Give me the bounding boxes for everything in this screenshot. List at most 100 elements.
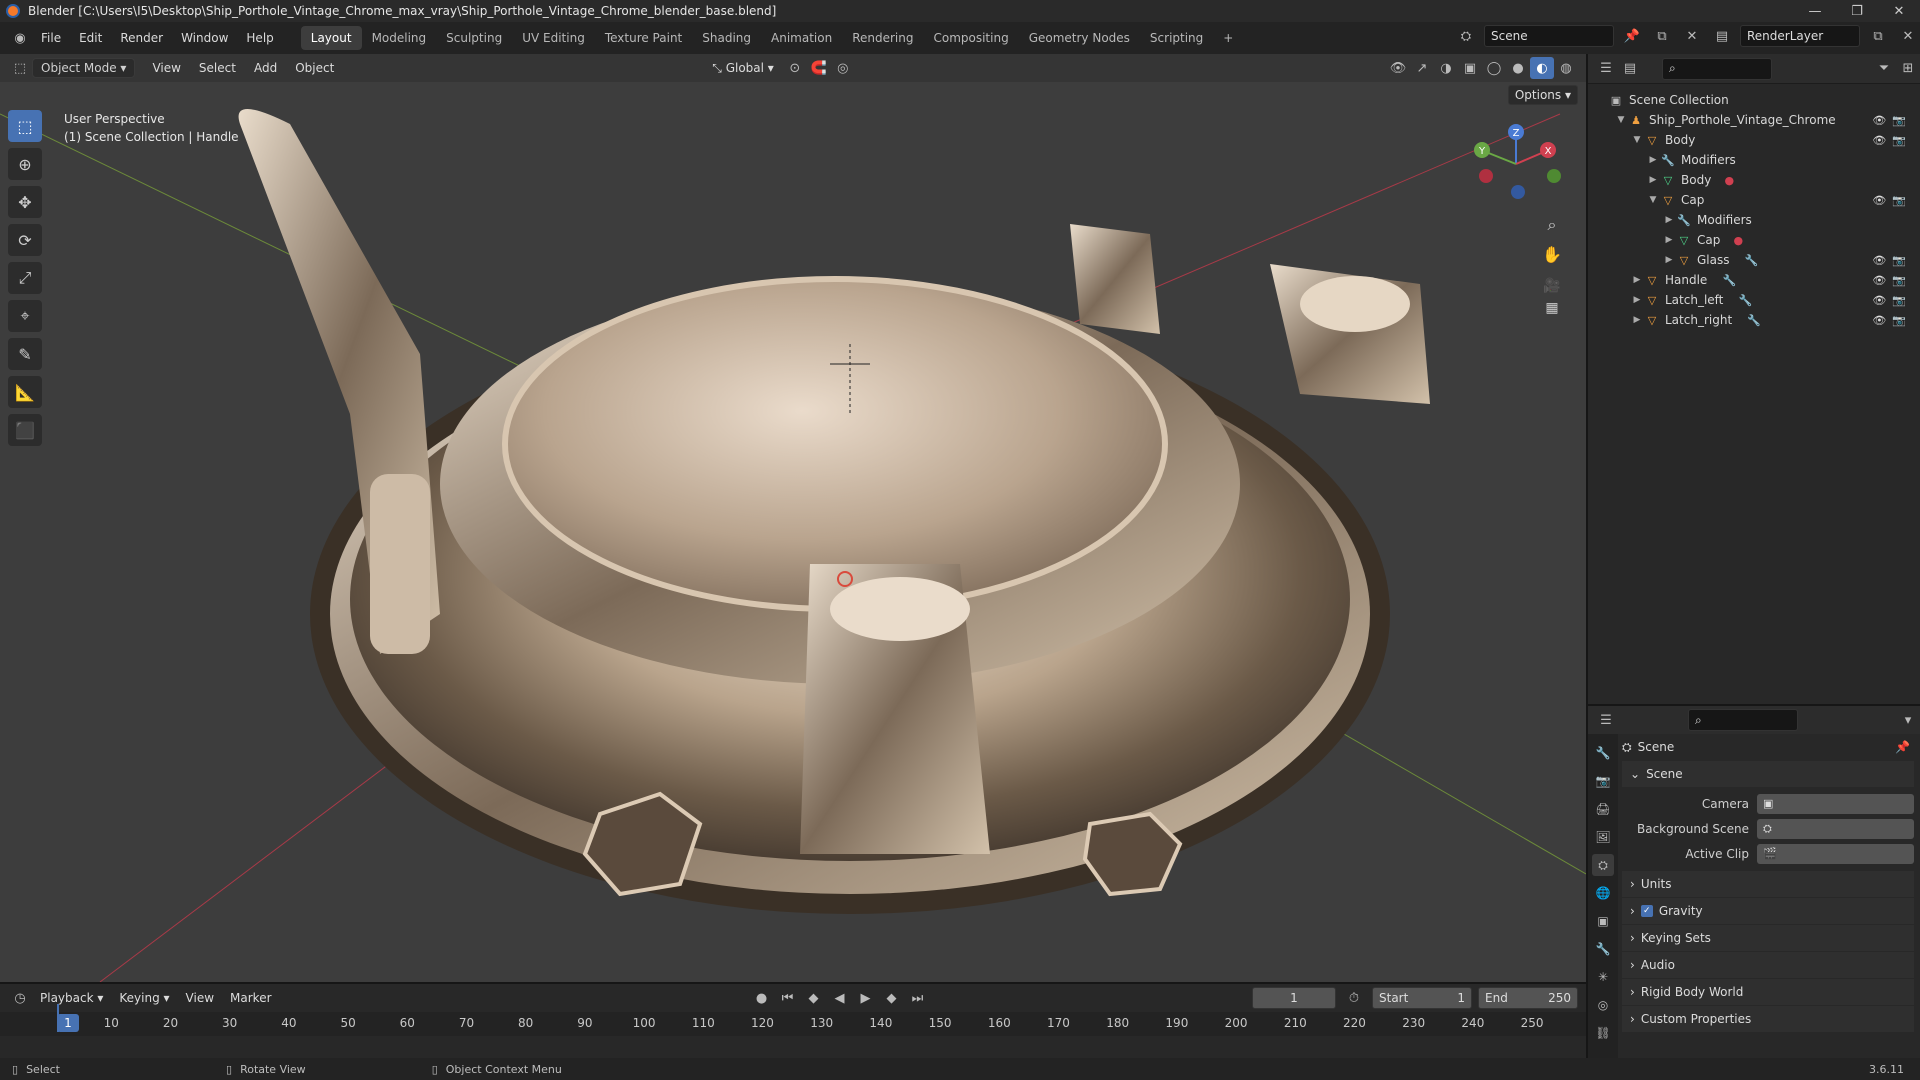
timeline-editor-icon[interactable]: ◷: [8, 987, 32, 1009]
expand-arrow-icon[interactable]: ▶: [1662, 255, 1676, 265]
view-layer-tab-icon[interactable]: 🖼: [1592, 826, 1614, 848]
render-tab-icon[interactable]: 📷: [1592, 770, 1614, 792]
gizmo-neg-z[interactable]: [1511, 185, 1525, 199]
expand-arrow-icon[interactable]: ▶: [1630, 315, 1644, 325]
3d-viewport[interactable]: ⬚ Object Mode ▾ View Select Add Object ⤡…: [0, 54, 1586, 982]
prev-keyframe-icon[interactable]: ◆: [802, 987, 826, 1009]
zoom-icon[interactable]: ⌕: [1548, 215, 1557, 234]
visibility-eye-icon[interactable]: 👁📷: [1872, 194, 1912, 207]
timeline-ruler[interactable]: 1 10 20 30 40 50 60 70 80 90 100 110 120 130 140 150 16…: [0, 1012, 1586, 1036]
tab-sculpting[interactable]: Sculpting: [436, 26, 512, 50]
outliner-row-cap-mesh[interactable]: ▶ ▽ Cap ●: [1588, 230, 1920, 250]
particles-tab-icon[interactable]: ✳: [1592, 966, 1614, 988]
background-scene-field[interactable]: ⛭: [1757, 818, 1914, 839]
tab-texture-paint[interactable]: Texture Paint: [595, 26, 692, 50]
navigation-gizmo[interactable]: Z X Y ⌕ ✋ 🎥 ▦: [1456, 114, 1576, 314]
modifier-tab-icon[interactable]: 🔧: [1592, 938, 1614, 960]
record-icon[interactable]: ●: [750, 987, 774, 1009]
tab-uv-editing[interactable]: UV Editing: [512, 26, 595, 50]
clock-icon[interactable]: ⏱: [1342, 987, 1366, 1009]
expand-arrow-icon[interactable]: ▶: [1646, 155, 1660, 165]
world-tab-icon[interactable]: 🌐: [1592, 882, 1614, 904]
gizmo-neg-x[interactable]: [1479, 169, 1493, 183]
view-layer-field[interactable]: RenderLayer: [1740, 25, 1860, 47]
xray-icon[interactable]: ▣: [1458, 57, 1482, 79]
properties-options-icon[interactable]: ▾: [1896, 709, 1920, 731]
outliner-search-input[interactable]: ⌕: [1662, 57, 1772, 80]
tab-rendering[interactable]: Rendering: [842, 26, 923, 50]
panel-units[interactable]: › Units: [1622, 871, 1914, 897]
outliner-row-body[interactable]: ▼ ▽ Body 👁📷: [1588, 130, 1920, 150]
camera-field[interactable]: ▣: [1757, 793, 1914, 814]
pivot-icon[interactable]: ⊙: [783, 57, 807, 79]
move-tool-icon[interactable]: ✥: [8, 186, 42, 218]
expand-arrow-icon[interactable]: ▶: [1662, 235, 1676, 245]
rotate-tool-icon[interactable]: ⟳: [8, 224, 42, 256]
tab-modeling[interactable]: Modeling: [362, 26, 437, 50]
visibility-eye-icon[interactable]: 👁📷: [1872, 314, 1912, 327]
outliner-row-cap-modifiers[interactable]: ▶ 🔧 Modifiers: [1588, 210, 1920, 230]
play-icon[interactable]: ▶: [854, 987, 878, 1009]
expand-arrow-icon[interactable]: ▼: [1614, 115, 1628, 125]
wireframe-shading-icon[interactable]: ◯: [1482, 57, 1506, 79]
tool-tab-icon[interactable]: 🔧: [1592, 742, 1614, 764]
expand-arrow-icon[interactable]: ▼: [1630, 135, 1644, 145]
annotate-tool-icon[interactable]: ✎: [8, 338, 42, 370]
new-layer-icon[interactable]: ⧉: [1866, 25, 1890, 47]
perspective-toggle-icon[interactable]: ▦: [1545, 300, 1558, 314]
end-frame-field[interactable]: End 250: [1478, 987, 1578, 1009]
proportional-edit-icon[interactable]: ◎: [831, 57, 855, 79]
visibility-eye-icon[interactable]: 👁📷: [1872, 254, 1912, 267]
rendered-shading-icon[interactable]: ◍: [1554, 57, 1578, 79]
visibility-eye-icon[interactable]: 👁📷: [1872, 114, 1912, 127]
delete-scene-icon[interactable]: ✕: [1680, 25, 1704, 47]
filter-icon[interactable]: ⏷: [1872, 58, 1896, 80]
editor-type-icon[interactable]: ⬚: [8, 57, 32, 79]
pan-hand-icon[interactable]: ✋: [1542, 245, 1562, 264]
menu-window[interactable]: Window: [172, 31, 237, 45]
tab-compositing[interactable]: Compositing: [923, 26, 1018, 50]
delete-layer-icon[interactable]: ✕: [1896, 25, 1920, 47]
panel-custom-properties[interactable]: › Custom Properties: [1622, 1006, 1914, 1032]
outliner-row-glass[interactable]: ▶ ▽ Glass 🔧 👁📷: [1588, 250, 1920, 270]
gizmo-neg-y[interactable]: [1547, 169, 1561, 183]
menu-edit[interactable]: Edit: [70, 31, 111, 45]
outliner-row-collection[interactable]: ▼ ♟ Ship_Porthole_Vintage_Chrome 👁📷: [1588, 110, 1920, 130]
outliner-editor-icon[interactable]: ☰: [1594, 58, 1618, 80]
tab-layout[interactable]: Layout: [300, 26, 362, 50]
display-mode-icon[interactable]: ▤: [1618, 58, 1642, 80]
outliner-row-latch-right[interactable]: ▶ ▽ Latch_right 🔧 👁📷: [1588, 310, 1920, 330]
next-keyframe-icon[interactable]: ◆: [880, 987, 904, 1009]
panel-keying-sets[interactable]: › Keying Sets: [1622, 925, 1914, 951]
start-frame-field[interactable]: Start 1: [1372, 987, 1472, 1009]
measure-tool-icon[interactable]: 📐: [8, 376, 42, 408]
panel-audio[interactable]: › Audio: [1622, 952, 1914, 978]
viewport-menu-view[interactable]: View: [143, 61, 189, 75]
timeline-menu-keying[interactable]: Keying ▾: [111, 991, 177, 1005]
add-cube-tool-icon[interactable]: ⬛: [8, 414, 42, 446]
panel-rigid-body-world[interactable]: › Rigid Body World: [1622, 979, 1914, 1005]
menu-file[interactable]: File: [32, 31, 70, 45]
add-workspace-icon[interactable]: +: [1213, 26, 1243, 50]
solid-shading-icon[interactable]: ●: [1506, 57, 1530, 79]
pin-icon[interactable]: 📌: [1620, 25, 1644, 47]
play-reverse-icon[interactable]: ◀: [828, 987, 852, 1009]
transform-tool-icon[interactable]: ⌖: [8, 300, 42, 332]
properties-editor-icon[interactable]: ☰: [1594, 709, 1618, 731]
visibility-eye-icon[interactable]: 👁📷: [1872, 294, 1912, 307]
tab-shading[interactable]: Shading: [692, 26, 761, 50]
tab-geometry-nodes[interactable]: Geometry Nodes: [1019, 26, 1140, 50]
current-frame-field[interactable]: 1: [1252, 987, 1336, 1009]
outliner-row-modifiers[interactable]: ▶ 🔧 Modifiers: [1588, 150, 1920, 170]
timeline-menu-view[interactable]: View: [178, 991, 222, 1005]
outliner-row-scene-collection[interactable]: ▣ Scene Collection: [1588, 90, 1920, 110]
constraints-tab-icon[interactable]: ⛓: [1592, 1022, 1614, 1044]
blender-menu-icon[interactable]: ◉: [8, 27, 32, 49]
expand-arrow-icon[interactable]: ▶: [1630, 295, 1644, 305]
outliner-row-cap[interactable]: ▼ ▽ Cap 👁📷: [1588, 190, 1920, 210]
visibility-eye-icon[interactable]: 👁📷: [1872, 134, 1912, 147]
expand-arrow-icon[interactable]: ▶: [1662, 215, 1676, 225]
viewport-menu-object[interactable]: Object: [286, 61, 343, 75]
outliner-row-body-mesh[interactable]: ▶ ▽ Body ●: [1588, 170, 1920, 190]
overlay-toggle-icon[interactable]: ◑: [1434, 57, 1458, 79]
